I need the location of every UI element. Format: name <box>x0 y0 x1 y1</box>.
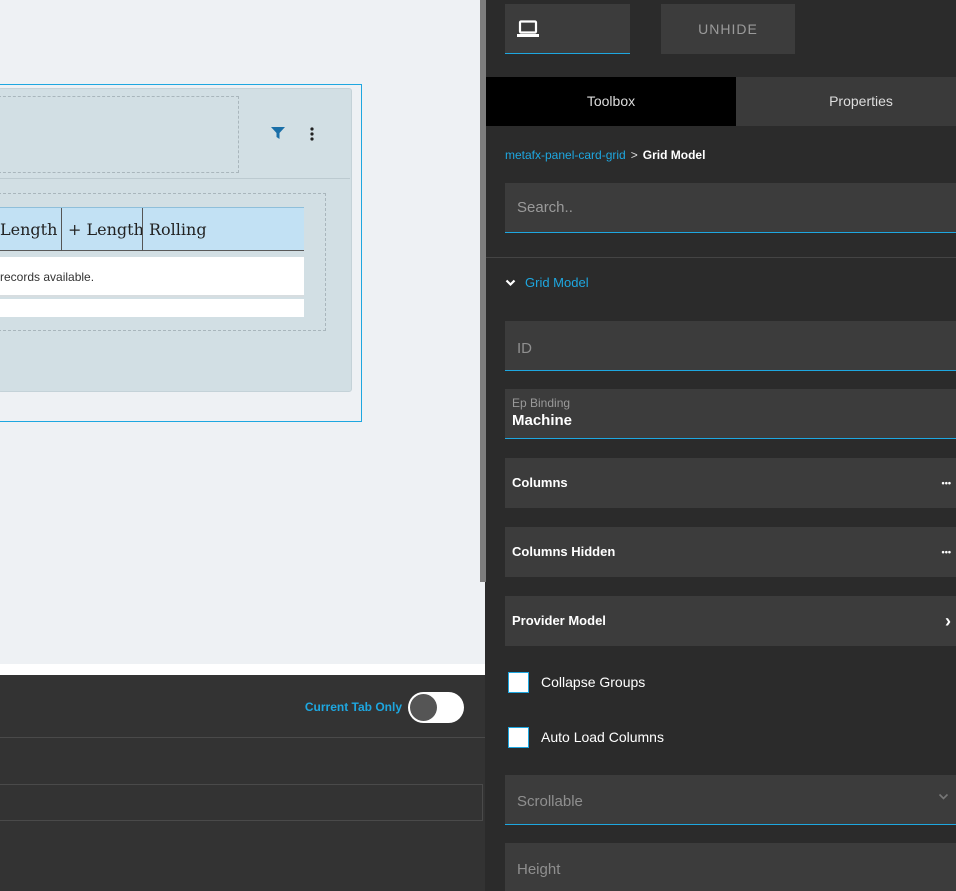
id-placeholder: ID <box>517 340 532 357</box>
bottom-panel-divider <box>0 737 485 738</box>
columns-hidden-label: Columns Hidden <box>512 544 616 559</box>
properties-sidebar <box>486 0 956 891</box>
columns-row[interactable]: Columns ••• <box>505 458 956 508</box>
grid-column-header[interactable]: + Length <box>62 208 143 251</box>
height-field[interactable]: Height <box>505 843 956 891</box>
columns-label: Columns <box>512 475 568 490</box>
filter-icon[interactable] <box>270 125 286 141</box>
current-tab-only-toggle[interactable] <box>408 692 464 723</box>
height-placeholder: Height <box>517 861 561 878</box>
sidebar-divider <box>486 257 956 258</box>
ep-binding-label: Ep Binding <box>512 396 571 410</box>
bottom-panel-input[interactable] <box>0 784 483 821</box>
panel-gap <box>0 664 485 675</box>
more-icon[interactable]: ••• <box>942 458 951 508</box>
chevron-down-icon <box>505 279 516 286</box>
breadcrumb-separator: > <box>630 148 638 162</box>
scrollable-select[interactable]: Scrollable <box>505 775 956 825</box>
tab-properties[interactable]: Properties <box>736 77 956 126</box>
collapse-groups-checkbox[interactable] <box>508 672 529 693</box>
tab-toolbox[interactable]: Toolbox <box>486 77 736 126</box>
grid-footer-row <box>0 299 304 317</box>
breadcrumb-current: Grid Model <box>642 148 706 162</box>
unhide-button[interactable]: UNHIDE <box>661 4 795 54</box>
more-icon[interactable]: ••• <box>942 527 951 577</box>
chevron-right-icon[interactable]: › <box>945 596 951 646</box>
card-header-dropzone[interactable] <box>0 96 239 173</box>
provider-model-label: Provider Model <box>512 613 606 628</box>
laptop-icon <box>517 20 539 37</box>
id-field[interactable]: ID <box>505 321 956 371</box>
auto-load-columns-label: Auto Load Columns <box>541 729 664 745</box>
kebab-menu-icon[interactable] <box>306 125 318 143</box>
grid-empty-message: records available. <box>0 257 304 297</box>
columns-hidden-row[interactable]: Columns Hidden ••• <box>505 527 956 577</box>
chevron-down-icon <box>938 793 949 800</box>
grid-column-header[interactable]: Rolling <box>143 208 304 251</box>
grid-header-row: Length + Length Rolling <box>0 207 304 251</box>
breadcrumb: metafx-panel-card-grid > Grid Model <box>505 146 705 164</box>
section-title: Grid Model <box>525 275 589 290</box>
grid-column-header[interactable]: Length <box>0 208 62 251</box>
scrollable-placeholder: Scrollable <box>517 793 583 810</box>
search-input[interactable] <box>505 183 956 233</box>
device-preview-button[interactable] <box>505 4 630 54</box>
collapse-groups-label: Collapse Groups <box>541 674 646 690</box>
ep-binding-value: Machine <box>512 412 573 429</box>
section-toggle-grid-model[interactable]: Grid Model <box>505 274 589 292</box>
toggle-knob <box>410 694 437 721</box>
ep-binding-field[interactable]: Ep Binding Machine <box>505 389 956 439</box>
card-divider <box>0 178 350 179</box>
breadcrumb-parent[interactable]: metafx-panel-card-grid <box>505 148 626 162</box>
current-tab-only-label: Current Tab Only <box>304 700 402 714</box>
auto-load-columns-checkbox[interactable] <box>508 727 529 748</box>
provider-model-row[interactable]: Provider Model › <box>505 596 956 646</box>
